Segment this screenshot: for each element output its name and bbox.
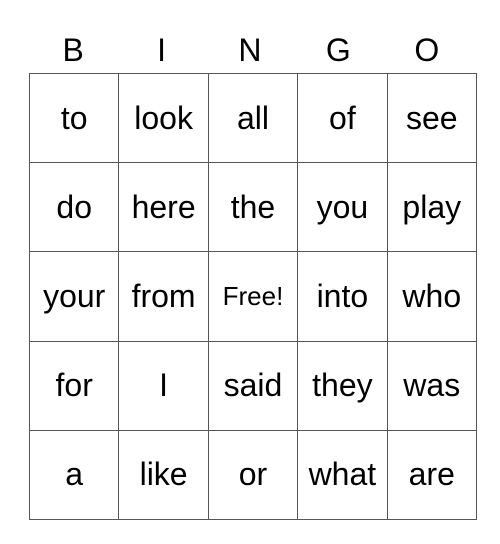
bingo-cell: do bbox=[28, 162, 120, 253]
header-letter-b: B bbox=[62, 32, 84, 68]
bingo-cell: into bbox=[297, 251, 388, 342]
bingo-cell: or bbox=[207, 429, 299, 520]
bingo-cell: of bbox=[297, 72, 388, 164]
bingo-cell: said bbox=[207, 340, 299, 431]
bingo-cell: here bbox=[118, 162, 209, 253]
bingo-cell: all bbox=[207, 72, 299, 164]
bingo-cell: what bbox=[297, 429, 388, 520]
bingo-cell: who bbox=[386, 251, 477, 342]
bingo-row: do here the you play bbox=[28, 162, 477, 253]
bingo-row: to look all of see bbox=[28, 72, 477, 164]
bingo-cell: from bbox=[118, 251, 209, 342]
bingo-cell: play bbox=[386, 162, 477, 253]
free-space-cell: Free! bbox=[207, 251, 299, 342]
bingo-cell: your bbox=[28, 251, 120, 342]
bingo-cell: they bbox=[297, 340, 388, 431]
bingo-cell: look bbox=[118, 72, 209, 164]
bingo-header: B I N G O bbox=[29, 28, 471, 72]
bingo-cell: you bbox=[297, 162, 388, 253]
bingo-card: to look all of see do here the you play … bbox=[28, 72, 477, 520]
bingo-cell: a bbox=[28, 429, 120, 520]
bingo-cell: for bbox=[28, 340, 120, 431]
bingo-cell: the bbox=[207, 162, 299, 253]
bingo-cell: are bbox=[386, 429, 477, 520]
header-letter-i: I bbox=[157, 32, 167, 68]
bingo-row: for I said they was bbox=[28, 340, 477, 431]
bingo-row: your from Free! into who bbox=[28, 251, 477, 342]
header-letter-n: N bbox=[238, 32, 262, 68]
header-letter-g: G bbox=[325, 32, 351, 68]
bingo-cell: like bbox=[118, 429, 209, 520]
header-letter-o: O bbox=[414, 32, 440, 68]
bingo-cell: I bbox=[118, 340, 209, 431]
bingo-cell: was bbox=[386, 340, 477, 431]
bingo-row: a like or what are bbox=[28, 429, 477, 520]
bingo-cell: to bbox=[28, 72, 120, 164]
bingo-cell: see bbox=[386, 72, 477, 164]
